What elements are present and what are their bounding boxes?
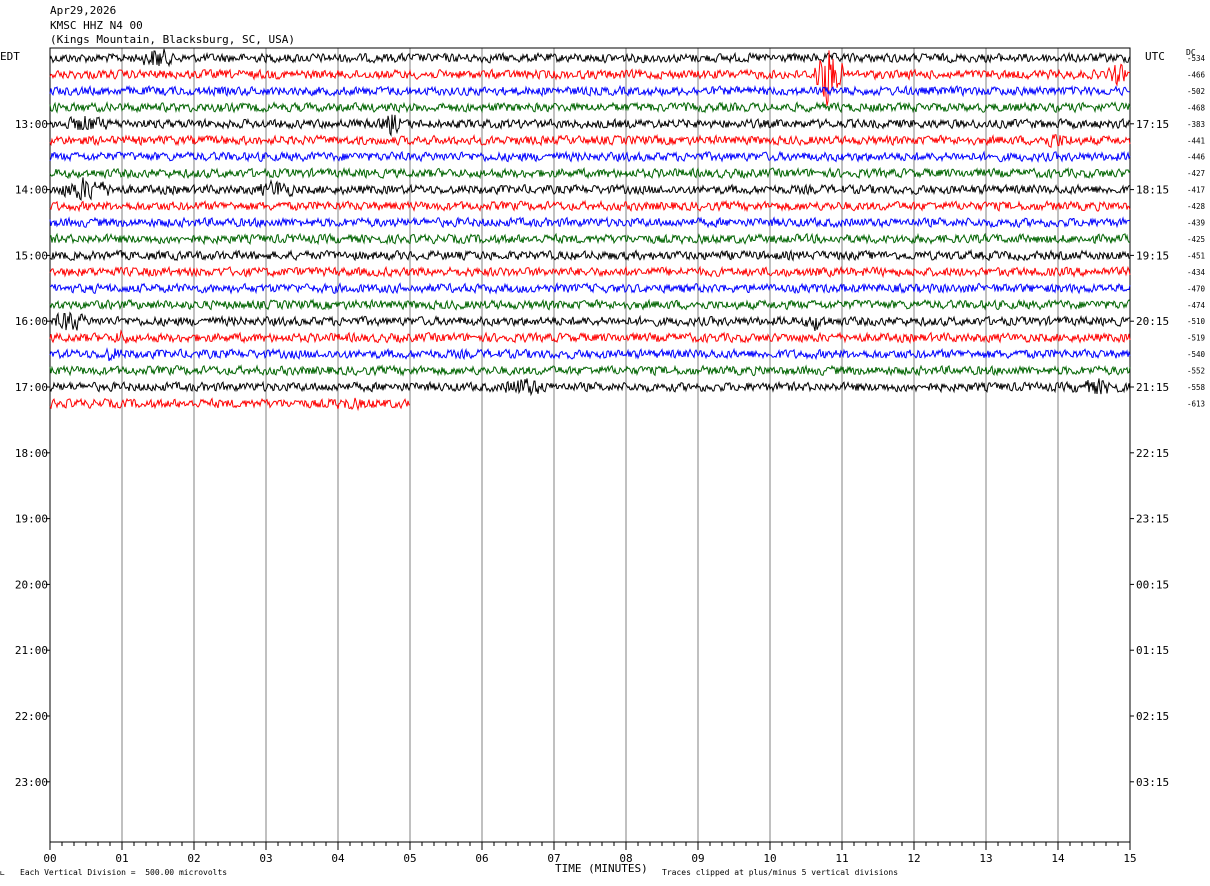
dc-offset-label: -519 bbox=[1187, 334, 1205, 343]
seismic-trace bbox=[49, 364, 1131, 377]
seismic-trace bbox=[49, 397, 411, 412]
seismic-trace bbox=[49, 177, 1131, 201]
dc-offset-label: -470 bbox=[1187, 284, 1206, 293]
dc-header-label: DC bbox=[1186, 48, 1196, 57]
dc-offset-label: -510 bbox=[1187, 317, 1206, 326]
x-tick-label: 11 bbox=[835, 852, 848, 865]
right-hour-label: 00:15 bbox=[1136, 578, 1169, 591]
seismic-trace bbox=[49, 347, 1131, 362]
right-hour-label: 23:15 bbox=[1136, 513, 1169, 526]
seismic-trace bbox=[49, 216, 1131, 229]
helicorder-plot: 00 01 02 03 04 05 06 07 08 09 10 11 12 13 14 1513:0014:… bbox=[15, 47, 1206, 865]
dc-offset-label: -434 bbox=[1187, 268, 1206, 277]
seismic-trace bbox=[49, 100, 1131, 114]
clip-note: Traces clipped at plus/minus 5 vertical … bbox=[662, 868, 899, 877]
seismic-trace bbox=[49, 48, 1131, 68]
x-tick-label: 00 bbox=[43, 852, 56, 865]
right-hour-label: 03:15 bbox=[1136, 776, 1169, 789]
dc-offset-label: -502 bbox=[1187, 87, 1205, 96]
dc-offset-label: -558 bbox=[1187, 383, 1206, 392]
right-hour-label: 20:15 bbox=[1136, 315, 1169, 328]
dc-offset-label: -428 bbox=[1187, 202, 1206, 211]
right-hour-label: 22:15 bbox=[1136, 447, 1169, 460]
seismic-trace bbox=[49, 281, 1131, 295]
dc-offset-label: -474 bbox=[1187, 301, 1206, 310]
seismic-trace bbox=[49, 84, 1131, 98]
x-tick-label: 04 bbox=[331, 852, 345, 865]
left-hour-label: 23:00 bbox=[15, 776, 48, 789]
x-tick-label: 03 bbox=[259, 852, 272, 865]
x-tick-label: 01 bbox=[115, 852, 128, 865]
left-timezone-label: EDT bbox=[0, 50, 20, 63]
seismic-trace bbox=[49, 232, 1131, 246]
seismic-trace bbox=[49, 378, 1131, 397]
left-hour-label: 22:00 bbox=[15, 710, 48, 723]
right-hour-label: 19:15 bbox=[1136, 249, 1169, 262]
x-tick-label: 12 bbox=[907, 852, 920, 865]
location-label: (Kings Mountain, Blacksburg, SC, USA) bbox=[50, 33, 296, 46]
right-hour-label: 02:15 bbox=[1136, 710, 1169, 723]
dc-offset-label: -441 bbox=[1187, 136, 1205, 145]
left-hour-label: 21:00 bbox=[15, 644, 48, 657]
x-tick-label: 09 bbox=[691, 852, 704, 865]
station-label: KMSC HHZ N4 00 bbox=[50, 19, 143, 32]
seismic-trace bbox=[49, 298, 1131, 311]
left-hour-label: 13:00 bbox=[15, 118, 48, 131]
x-tick-label: 02 bbox=[187, 852, 200, 865]
dc-offset-label: -466 bbox=[1187, 70, 1206, 79]
dc-offset-label: -468 bbox=[1187, 103, 1206, 112]
right-hour-label: 18:15 bbox=[1136, 184, 1169, 197]
right-timezone-label: UTC bbox=[1145, 50, 1165, 63]
seismic-trace bbox=[49, 150, 1131, 164]
left-hour-label: 20:00 bbox=[15, 578, 48, 591]
dc-offset-label: -439 bbox=[1187, 219, 1205, 228]
dc-offset-label: -540 bbox=[1187, 350, 1206, 359]
dc-offset-label: -446 bbox=[1187, 153, 1206, 162]
seismic-trace bbox=[49, 248, 1131, 262]
seismic-trace bbox=[49, 199, 1131, 213]
seismic-trace bbox=[49, 329, 1131, 345]
date-label: Apr29,2026 bbox=[50, 4, 117, 17]
dc-offset-label: -383 bbox=[1187, 120, 1205, 129]
dc-offset-label: -552 bbox=[1187, 367, 1205, 376]
left-hour-label: 19:00 bbox=[15, 513, 48, 526]
dc-offset-label: -451 bbox=[1187, 251, 1205, 260]
footer-logo-icon: ∟ bbox=[0, 869, 5, 878]
dc-offset-label: -425 bbox=[1187, 235, 1205, 244]
right-hour-label: 01:15 bbox=[1136, 644, 1169, 657]
right-hour-label: 17:15 bbox=[1136, 118, 1169, 131]
seismic-trace bbox=[49, 133, 1131, 148]
x-tick-label: 05 bbox=[403, 852, 416, 865]
x-tick-label: 14 bbox=[1051, 852, 1065, 865]
seismic-trace bbox=[49, 311, 1131, 332]
dc-offset-label: -417 bbox=[1187, 186, 1205, 195]
dc-offset-label: -613 bbox=[1187, 399, 1205, 408]
x-tick-label: 13 bbox=[979, 852, 992, 865]
plot-frame bbox=[49, 47, 1131, 843]
left-hour-label: 15:00 bbox=[15, 249, 48, 262]
x-tick-label: 15 bbox=[1123, 852, 1136, 865]
x-axis-title: TIME (MINUTES) bbox=[555, 862, 648, 875]
seismic-trace bbox=[49, 166, 1131, 180]
right-hour-label: 21:15 bbox=[1136, 381, 1169, 394]
left-hour-label: 16:00 bbox=[15, 315, 48, 328]
left-hour-label: 17:00 bbox=[15, 381, 48, 394]
scale-note: Each Vertical Division = 500.00 microvol… bbox=[20, 868, 228, 877]
left-hour-label: 14:00 bbox=[15, 184, 48, 197]
x-tick-label: 06 bbox=[475, 852, 488, 865]
dc-offset-label: -427 bbox=[1187, 169, 1205, 178]
x-tick-label: 10 bbox=[763, 852, 776, 865]
seismic-trace bbox=[49, 265, 1131, 279]
seismic-trace bbox=[49, 114, 1131, 137]
left-hour-label: 18:00 bbox=[15, 447, 48, 460]
